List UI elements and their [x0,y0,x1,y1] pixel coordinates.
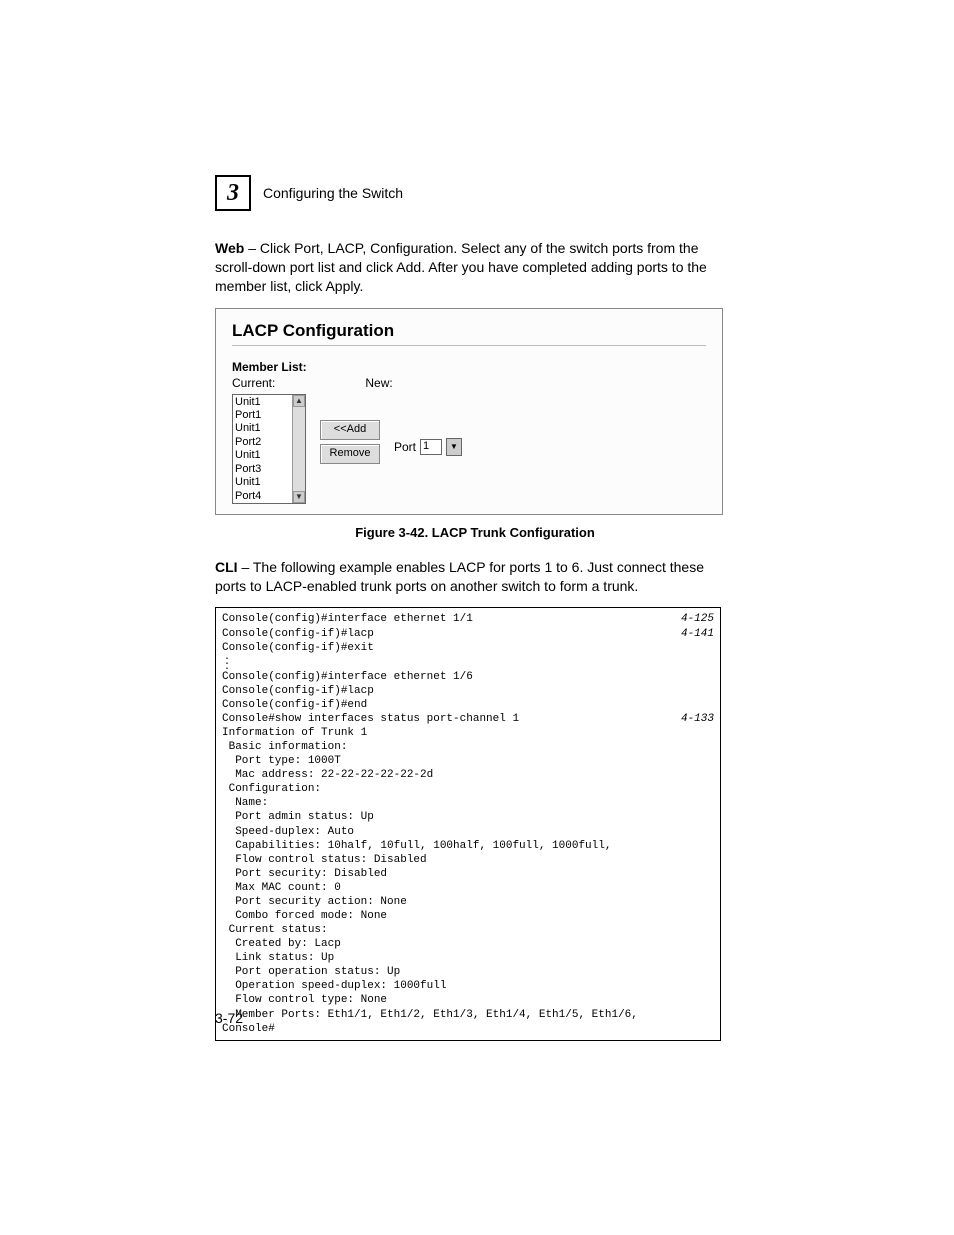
cli-text: – The following example enables LACP for… [215,559,704,594]
scroll-up-icon[interactable]: ▲ [293,395,305,407]
cli-ref: 4-125 [681,612,714,626]
cli-line: Created by: Lacp [222,937,714,951]
current-listbox[interactable]: Unit1 Port1 Unit1 Port2 Unit1 Port3 Unit… [232,394,306,504]
list-item[interactable]: Unit1 Port4 [235,476,290,503]
remove-button[interactable]: Remove [320,444,380,464]
cli-label: CLI [215,559,238,575]
port-label: Port [394,440,416,454]
scroll-down-icon[interactable]: ▼ [293,491,305,503]
web-text: – Click Port, LACP, Configuration. Selec… [215,240,707,294]
chapter-title: Configuring the Switch [263,185,403,201]
cli-line: Console(config-if)#exit [222,641,714,655]
port-dropdown-icon[interactable]: ▼ [446,438,462,456]
add-button[interactable]: <<Add [320,420,380,440]
figure-caption: Figure 3-42. LACP Trunk Configuration [215,525,735,540]
page-number: 3-72 [215,1010,243,1026]
web-paragraph: Web – Click Port, LACP, Configuration. S… [215,239,735,296]
list-item[interactable]: Unit1 Port1 [235,396,290,423]
cli-line: Capabilities: 10half, 10full, 100half, 1… [222,839,714,853]
current-label: Current: [232,376,275,390]
cli-vdots: . . . [224,655,714,670]
cli-line: Operation speed-duplex: 1000full [222,979,714,993]
cli-line: Console(config)#interface ethernet 1/6 [222,670,714,684]
cli-line: Information of Trunk 1 [222,726,714,740]
chapter-number-box: 3 [215,175,251,211]
divider [232,345,706,346]
lacp-config-screenshot: LACP Configuration Member List: Current:… [215,308,723,515]
port-input[interactable]: 1 [420,439,442,455]
cli-paragraph: CLI – The following example enables LACP… [215,558,735,596]
web-label: Web [215,240,244,256]
cli-line: Speed-duplex: Auto [222,825,714,839]
list-item[interactable]: Unit1 Port3 [235,449,290,476]
cli-line: Link status: Up [222,951,714,965]
cli-line: Basic information: [222,740,714,754]
cli-line: Current status: [222,923,714,937]
cli-line: Port type: 1000T [222,754,714,768]
cli-line: Console(config-if)#end [222,698,714,712]
cli-line: Port security: Disabled [222,867,714,881]
cli-line: Console#show interfaces status port-chan… [222,712,519,726]
cli-ref: 4-133 [681,712,714,726]
cli-ref: 4-141 [681,627,714,641]
list-item[interactable]: Unit1 Port2 [235,422,290,449]
chapter-header: 3 Configuring the Switch [215,175,735,211]
cli-line: Max MAC count: 0 [222,881,714,895]
cli-line: Port admin status: Up [222,810,714,824]
cli-line: Combo forced mode: None [222,909,714,923]
member-list-label: Member List: [232,360,706,374]
cli-line: Flow control status: Disabled [222,853,714,867]
cli-output-box: Console(config)#interface ethernet 1/1 4-… [215,607,721,1040]
cli-line: Configuration: [222,782,714,796]
cli-line: Name: [222,796,714,810]
cli-line: Port operation status: Up [222,965,714,979]
cli-line: Console(config-if)#lacp [222,627,374,641]
cli-line: Port security action: None [222,895,714,909]
scrollbar[interactable]: ▲ ▼ [292,395,305,503]
cli-line: Member Ports: Eth1/1, Eth1/2, Eth1/3, Et… [222,1008,714,1022]
new-label: New: [365,376,392,390]
cli-line: Mac address: 22-22-22-22-22-2d [222,768,714,782]
cli-line: Console(config)#interface ethernet 1/1 [222,612,473,626]
cli-line: Flow control type: None [222,993,714,1007]
cli-line: Console# [222,1022,714,1036]
cli-line: Console(config-if)#lacp [222,684,714,698]
panel-title: LACP Configuration [232,321,706,341]
